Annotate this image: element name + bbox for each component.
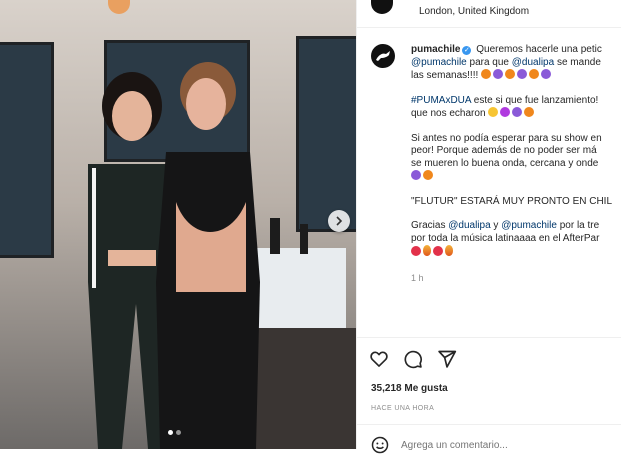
purple-heart-icon [411, 170, 421, 180]
orange-heart-icon [481, 69, 492, 79]
post-side-panel: London, United Kingdom pumachile ✓ Querem… [356, 0, 621, 454]
caption-time-ago: 1 h [411, 272, 424, 283]
post-timestamp: HACE UNA HORA [371, 405, 435, 412]
caption-text: se mueren lo buena onda, cercana y onde [411, 157, 599, 169]
purple-heart-icon [517, 69, 528, 79]
caption-username[interactable]: pumachile [411, 44, 460, 55]
red-heart-icon [433, 246, 443, 256]
post-caption: pumachile ✓ Queremos hacerle una petic @p… [411, 44, 621, 284]
carousel-dot [176, 430, 181, 435]
header-avatar[interactable] [371, 0, 393, 14]
like-count[interactable]: 35,218 Me gusta [371, 383, 448, 394]
post-location[interactable]: London, United Kingdom [419, 6, 529, 17]
caption-text: "FLUTUR" ESTARÁ MUY PRONTO EN CHIL [411, 195, 613, 207]
heart-icon[interactable] [369, 349, 389, 369]
purple-heart-icon [541, 69, 552, 79]
comment-bar [371, 436, 601, 454]
carousel-dot [168, 430, 173, 435]
window-left [0, 42, 54, 258]
emoji-icon[interactable] [371, 436, 389, 454]
smile-emoji-icon [488, 107, 499, 117]
caption-text: por toda la música latinaaaa en el After… [411, 232, 600, 244]
caption-text: Gracias [411, 220, 449, 231]
puma-logo-icon [376, 51, 390, 61]
post-header: London, United Kingdom [371, 0, 529, 22]
caption-text: peor! Porque además de no poder ser má [411, 145, 597, 156]
caption-text: y [490, 220, 502, 231]
purple-heart-icon [493, 69, 504, 79]
mention-link[interactable]: @pumachile [411, 57, 467, 68]
caption-text: se mande [554, 56, 601, 68]
mention-link[interactable]: @dualipa [448, 220, 490, 231]
hashtag-link[interactable]: #PUMAxDUA [411, 95, 471, 106]
caption-text: Si antes no podía esperar para su show e… [411, 132, 602, 144]
fire-icon [445, 245, 453, 256]
purple-heart-icon [512, 107, 523, 117]
person-right [156, 62, 260, 449]
verified-icon: ✓ [462, 46, 472, 55]
fire-icon [423, 245, 431, 256]
devil-emoji-icon [500, 107, 511, 117]
carousel-dots [168, 430, 181, 435]
red-heart-icon [411, 246, 421, 256]
orange-heart-icon [423, 170, 433, 180]
caption-text: Queremos hacerle una petic [473, 44, 602, 55]
caption-text: que nos echaron [411, 108, 489, 119]
carousel-next-button[interactable] [328, 210, 350, 232]
chevron-right-icon [336, 216, 343, 226]
orange-heart-icon [505, 69, 516, 79]
orange-heart-icon [524, 107, 535, 117]
orange-heart-icon [529, 69, 540, 79]
caption-text: por la tre [556, 220, 600, 231]
post-actions [369, 349, 457, 369]
divider [357, 337, 621, 338]
caption-avatar[interactable] [371, 44, 395, 68]
caption-text: este si que fue lanzamiento! [471, 94, 599, 106]
post-image[interactable] [0, 0, 356, 449]
divider [357, 424, 621, 425]
caption-text: las semanas!!!! [411, 70, 482, 81]
mention-link[interactable]: @dualipa [512, 57, 554, 68]
share-icon[interactable] [437, 349, 457, 369]
divider [357, 27, 621, 28]
window-right [296, 36, 356, 232]
comment-icon[interactable] [403, 349, 423, 369]
ceiling-lamp [108, 0, 130, 14]
caption-text: para que [466, 56, 512, 68]
mention-link[interactable]: @pumachile [501, 220, 557, 231]
